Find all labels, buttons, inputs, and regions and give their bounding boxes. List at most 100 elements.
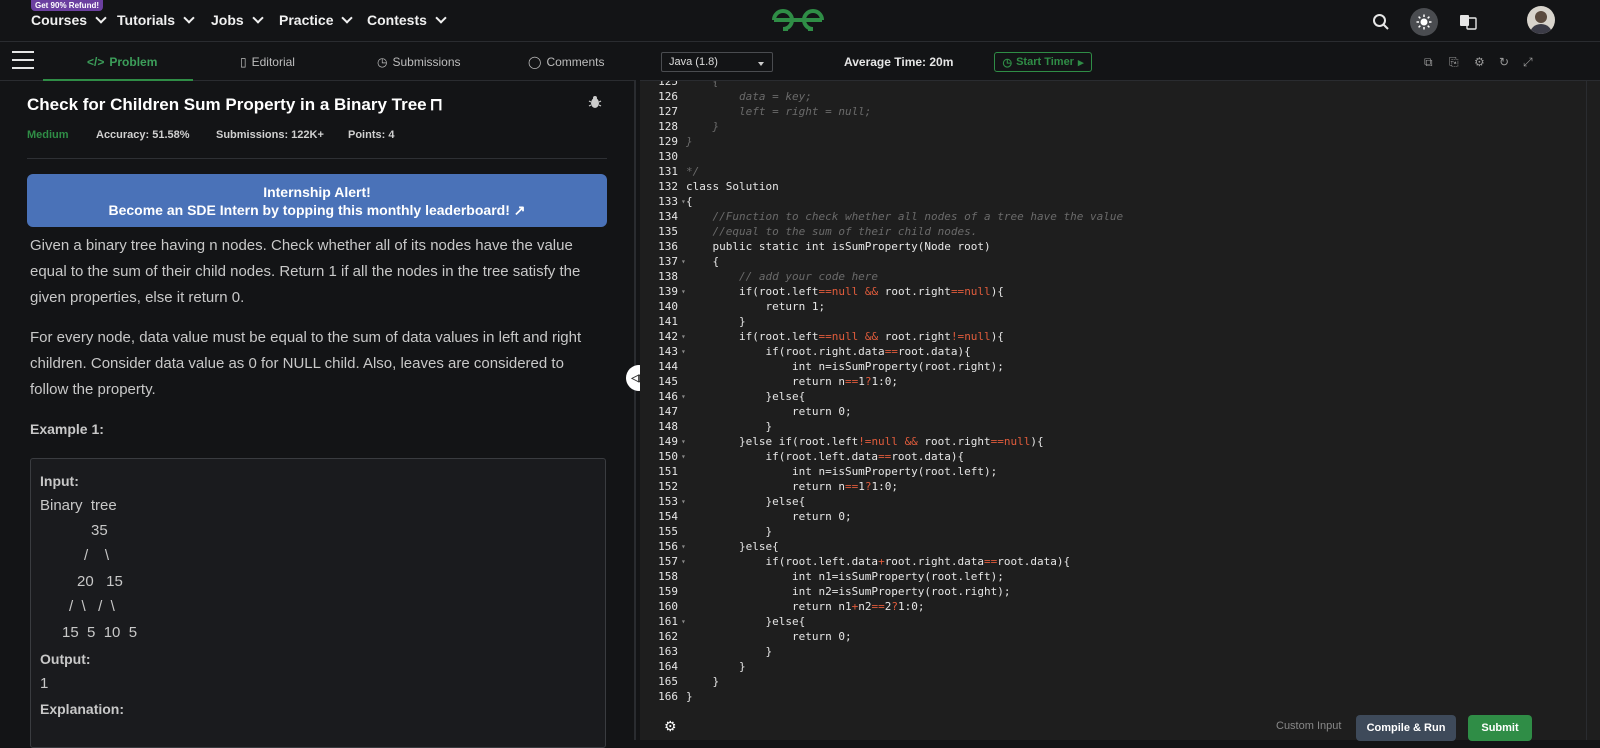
start-timer-button[interactable]: ◷ Start Timer ▸ [994,52,1092,72]
code-line[interactable]: 158 int n1=isSumProperty(root.left); [640,569,1600,584]
paste-icon[interactable]: ⎘ [1449,55,1459,70]
left-scrollbar[interactable] [634,81,636,740]
code-line[interactable]: 161 ▾ }else{ [640,614,1600,629]
refund-promo-badge[interactable]: Get 90% Refund! [31,0,104,11]
code-line[interactable]: 135 //equal to the sum of their child no… [640,224,1600,239]
nav-contests[interactable]: Contests [367,12,447,28]
tab-submissions[interactable]: ◷ Submissions [377,55,461,69]
tab-comments[interactable]: ◯ Comments [528,55,604,69]
code-line[interactable]: 163 } [640,644,1600,659]
editor-bottom-bar: ⚙ Custom Input Compile & Run Submit [640,708,1600,741]
code-line[interactable]: 157 ▾ if(root.left.data+root.right.data==… [640,554,1600,569]
reset-icon[interactable]: ↻ [1499,55,1509,69]
code-line[interactable]: 140 return 1; [640,299,1600,314]
search-icon[interactable] [1367,8,1395,36]
code-text: { [686,81,720,88]
gear-icon[interactable]: ⚙ [664,718,677,735]
line-number: 154 [658,510,678,523]
code-text: { [686,255,720,268]
copy-icon[interactable]: ⧉ [1424,55,1433,70]
code-text: left = right = null; [686,105,872,118]
code-line[interactable]: 160 return n1+n2==2?1:0; [640,599,1600,614]
tree-line: 15 5 10 5 [62,624,138,641]
line-number: 165 [658,675,678,688]
code-line[interactable]: 128 } [640,119,1600,134]
code-line[interactable]: 156 ▾ }else{ [640,539,1600,554]
code-line[interactable]: 126 data = key; [640,89,1600,104]
nav-courses[interactable]: Courses [31,12,107,28]
settings-icon[interactable]: ⚙ [1474,55,1485,69]
nav-jobs[interactable]: Jobs [211,12,264,28]
code-line[interactable]: 127 left = right = null; [640,104,1600,119]
comment-icon: ◯ [528,55,542,69]
translate-icon[interactable] [1454,8,1482,36]
tab-problem[interactable]: </> Problem [87,55,157,69]
bookmark-icon[interactable]: ⊓ [430,95,443,114]
code-line[interactable]: 138 // add your code here [640,269,1600,284]
code-text: return n==1?1:0; [686,375,898,388]
code-line[interactable]: 130 [640,149,1600,164]
code-line[interactable]: 154 return 0; [640,509,1600,524]
code-line[interactable]: 155 } [640,524,1600,539]
internship-alert-banner[interactable]: Internship Alert! Become an SDE Intern b… [27,174,607,227]
code-text: */ [686,165,700,178]
example-title: Example 1: [30,421,104,437]
code-line[interactable]: 136 public static int isSumProperty(Node… [640,239,1600,254]
code-line[interactable]: 147 return 0; [640,404,1600,419]
bug-report-icon[interactable] [588,95,602,112]
code-text: if(root.left.data==root.data){ [686,450,965,463]
code-line[interactable]: 141 } [640,314,1600,329]
tab-editorial[interactable]: ▯ Editorial [240,55,295,69]
code-line[interactable]: 142 ▾ if(root.left==null && root.right!=n… [640,329,1600,344]
code-line[interactable]: 165 } [640,674,1600,689]
code-line[interactable]: 125 { [640,81,1600,89]
code-line[interactable]: 150 ▾ if(root.left.data==root.data){ [640,449,1600,464]
avatar[interactable] [1527,6,1555,34]
nav-tutorials[interactable]: Tutorials [117,12,195,28]
code-line[interactable]: 159 int n2=isSumProperty(root.right); [640,584,1600,599]
code-line[interactable]: 133 ▾{ [640,194,1600,209]
code-line[interactable]: 153 ▾ }else{ [640,494,1600,509]
nav-practice[interactable]: Practice [279,12,354,28]
line-number: 146 [658,390,678,403]
code-text: return 0; [686,630,852,643]
line-number: 141 [658,315,678,328]
code-line[interactable]: 151 int n=isSumProperty(root.left); [640,464,1600,479]
code-line[interactable]: 134 //Function to check whether all node… [640,209,1600,224]
code-line[interactable]: 143 ▾ if(root.right.data==root.data){ [640,344,1600,359]
nav-courses-label: Courses [31,12,88,28]
code-editor[interactable]: 125 {126 data = key; 127 left = right = n… [640,81,1600,721]
submit-button[interactable]: Submit [1468,715,1532,741]
code-line[interactable]: 152 return n==1?1:0; [640,479,1600,494]
start-timer-label: Start Timer [1016,56,1074,68]
language-select[interactable]: Java (1.8) [661,52,773,72]
code-line[interactable]: 148 } [640,419,1600,434]
line-number: 152 [658,480,678,493]
code-line[interactable]: 149 ▾ }else if(root.left!=null && root.ri… [640,434,1600,449]
code-line[interactable]: 166} [640,689,1600,704]
code-line[interactable]: 146 ▾ }else{ [640,389,1600,404]
code-line[interactable]: 137 ▾ { [640,254,1600,269]
fullscreen-icon[interactable]: ⤢ [1523,55,1533,70]
language-select-value: Java (1.8) [669,56,718,68]
theme-toggle-icon[interactable] [1410,8,1438,36]
code-line[interactable]: 144 int n=isSumProperty(root.right); [640,359,1600,374]
editor-scrollbar[interactable] [1586,81,1600,740]
line-number: 160 [658,600,678,613]
code-text: //Function to check whether all nodes of… [686,210,1124,223]
hamburger-menu-icon[interactable] [12,51,34,71]
code-text: class Solution [686,180,779,193]
line-number: 139 [658,285,678,298]
explanation-label: Explanation: [40,701,125,717]
compile-run-button[interactable]: Compile & Run [1356,715,1456,741]
code-line[interactable]: 145 return n==1?1:0; [640,374,1600,389]
code-line[interactable]: 131 */ [640,164,1600,179]
custom-input-toggle[interactable]: Custom Input [1276,720,1341,732]
external-link-icon: ↗ [513,202,526,218]
code-line[interactable]: 162 return 0; [640,629,1600,644]
code-line[interactable]: 132 class Solution [640,179,1600,194]
gfg-logo[interactable] [770,6,826,34]
code-line[interactable]: 164 } [640,659,1600,674]
code-line[interactable]: 129} [640,134,1600,149]
code-line[interactable]: 139 ▾ if(root.left==null && root.right==n… [640,284,1600,299]
